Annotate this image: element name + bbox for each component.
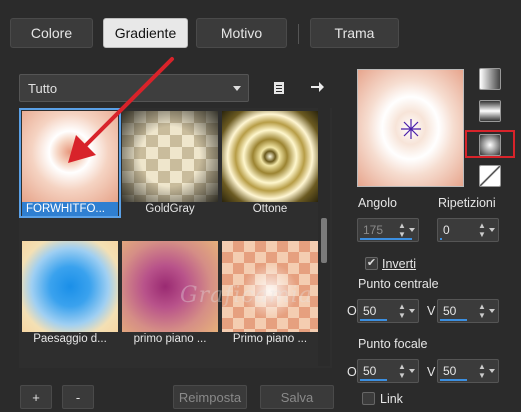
chevron-down-icon[interactable] (409, 369, 415, 373)
spinner-arrows-icon[interactable]: ▲ ▼ (398, 362, 406, 380)
focal-o-value: 50 (363, 364, 377, 378)
center-point-label: Punto centrale (358, 277, 439, 291)
arrow-right-icon[interactable] (308, 78, 326, 96)
center-v-input[interactable]: 50 ▲ ▼ (437, 299, 499, 323)
gradient-caption: GoldGray (145, 203, 195, 215)
tab-gradiente[interactable]: Gradiente (103, 18, 188, 48)
repeats-slider[interactable] (440, 238, 442, 240)
gradient-caption: primo piano ... (133, 333, 207, 345)
tab-colore[interactable]: Colore (10, 18, 93, 48)
remove-button[interactable]: - (62, 385, 94, 409)
document-list-icon (274, 82, 284, 94)
library-scrollbar[interactable] (318, 108, 330, 366)
link-label: Link (380, 392, 403, 406)
tab-label: Trama (334, 25, 375, 41)
focal-o-slider[interactable] (360, 379, 387, 381)
add-button[interactable]: + (20, 385, 52, 409)
spinner-arrows-icon[interactable]: ▲ ▼ (398, 221, 406, 239)
chevron-down-icon[interactable] (409, 309, 415, 313)
linear-style-button[interactable] (479, 68, 501, 90)
angle-label: Angolo (358, 196, 397, 210)
focal-v-value: 50 (443, 364, 457, 378)
tab-motivo[interactable]: Motivo (196, 18, 287, 48)
remove-button-label: - (75, 389, 81, 405)
center-o-value: 50 (363, 304, 377, 318)
gradient-caption: Primo piano ... (232, 333, 308, 345)
link-checkbox[interactable] (362, 392, 375, 405)
gradient-caption: Paesaggio d... (33, 333, 107, 345)
chevron-down-icon[interactable] (409, 228, 415, 232)
focal-point-label: Punto focale (358, 337, 428, 351)
save-button-label: Salva (280, 389, 314, 405)
angle-input[interactable]: 175 ▲ ▼ (357, 218, 419, 242)
chevron-down-icon[interactable] (489, 309, 495, 313)
spinner-arrows-icon[interactable]: ▲ ▼ (478, 302, 486, 320)
spinner-arrows-icon[interactable]: ▲ ▼ (398, 302, 406, 320)
reset-button[interactable]: Reimposta (173, 385, 247, 409)
tab-label: Colore (30, 25, 73, 41)
repeats-input[interactable]: 0 ▲ ▼ (437, 218, 499, 242)
gradient-thumb-ottone[interactable]: Ottone (222, 111, 318, 215)
center-point-icon[interactable] (400, 118, 422, 140)
reset-button-label: Reimposta (178, 389, 242, 405)
category-dropdown-value: Tutto (28, 80, 58, 96)
tab-separator (298, 24, 299, 44)
center-o-input[interactable]: 50 ▲ ▼ (357, 299, 419, 323)
gradient-preview (22, 241, 118, 332)
repeats-label: Ripetizioni (438, 196, 496, 210)
tab-trama[interactable]: Trama (310, 18, 399, 48)
angle-slider[interactable] (360, 238, 412, 240)
focal-o-input[interactable]: 50 ▲ ▼ (357, 359, 419, 383)
center-v-label: V (427, 304, 436, 318)
library-manager-icon[interactable] (270, 79, 288, 97)
add-button-label: + (32, 389, 40, 405)
spinner-arrows-icon[interactable]: ▲ ▼ (478, 362, 486, 380)
chevron-down-icon[interactable] (489, 228, 495, 232)
gradient-caption: Ottone (252, 203, 288, 215)
radial-highlight-box (465, 130, 515, 158)
focal-v-input[interactable]: 50 ▲ ▼ (437, 359, 499, 383)
red-arrow-annotation-icon (68, 57, 174, 163)
center-v-slider[interactable] (440, 319, 467, 321)
gradient-thumb-paesaggio[interactable]: Paesaggio d... (22, 241, 118, 345)
center-o-slider[interactable] (360, 319, 387, 321)
center-o-label: O (347, 304, 357, 318)
gradient-caption: FORWHITFO... (22, 202, 118, 216)
chevron-down-icon[interactable] (489, 369, 495, 373)
center-v-value: 50 (443, 304, 457, 318)
arrow-right-glyph (311, 82, 324, 92)
watermark: Graficamia (180, 283, 313, 308)
angle-value: 175 (363, 223, 384, 237)
gradient-preview-panel[interactable] (357, 69, 464, 187)
rectangular-style-button[interactable] (479, 100, 501, 122)
checkmark-icon: ✔ (366, 257, 377, 269)
tab-label: Gradiente (114, 25, 177, 41)
invert-checkbox[interactable]: ✔ (365, 257, 378, 270)
tab-label: Motivo (220, 25, 263, 41)
invert-label: Inverti (382, 257, 417, 271)
save-button[interactable]: Salva (260, 385, 334, 409)
chevron-down-icon (233, 86, 241, 91)
focal-v-slider[interactable] (440, 379, 467, 381)
focal-o-label: O (347, 365, 357, 379)
gradient-preview (222, 111, 318, 202)
scrollbar-thumb[interactable] (321, 218, 327, 263)
focal-v-label: V (427, 365, 436, 379)
spinner-arrows-icon[interactable]: ▲ ▼ (478, 221, 486, 239)
sunburst-style-button[interactable] (479, 165, 501, 187)
repeats-value: 0 (443, 223, 450, 237)
